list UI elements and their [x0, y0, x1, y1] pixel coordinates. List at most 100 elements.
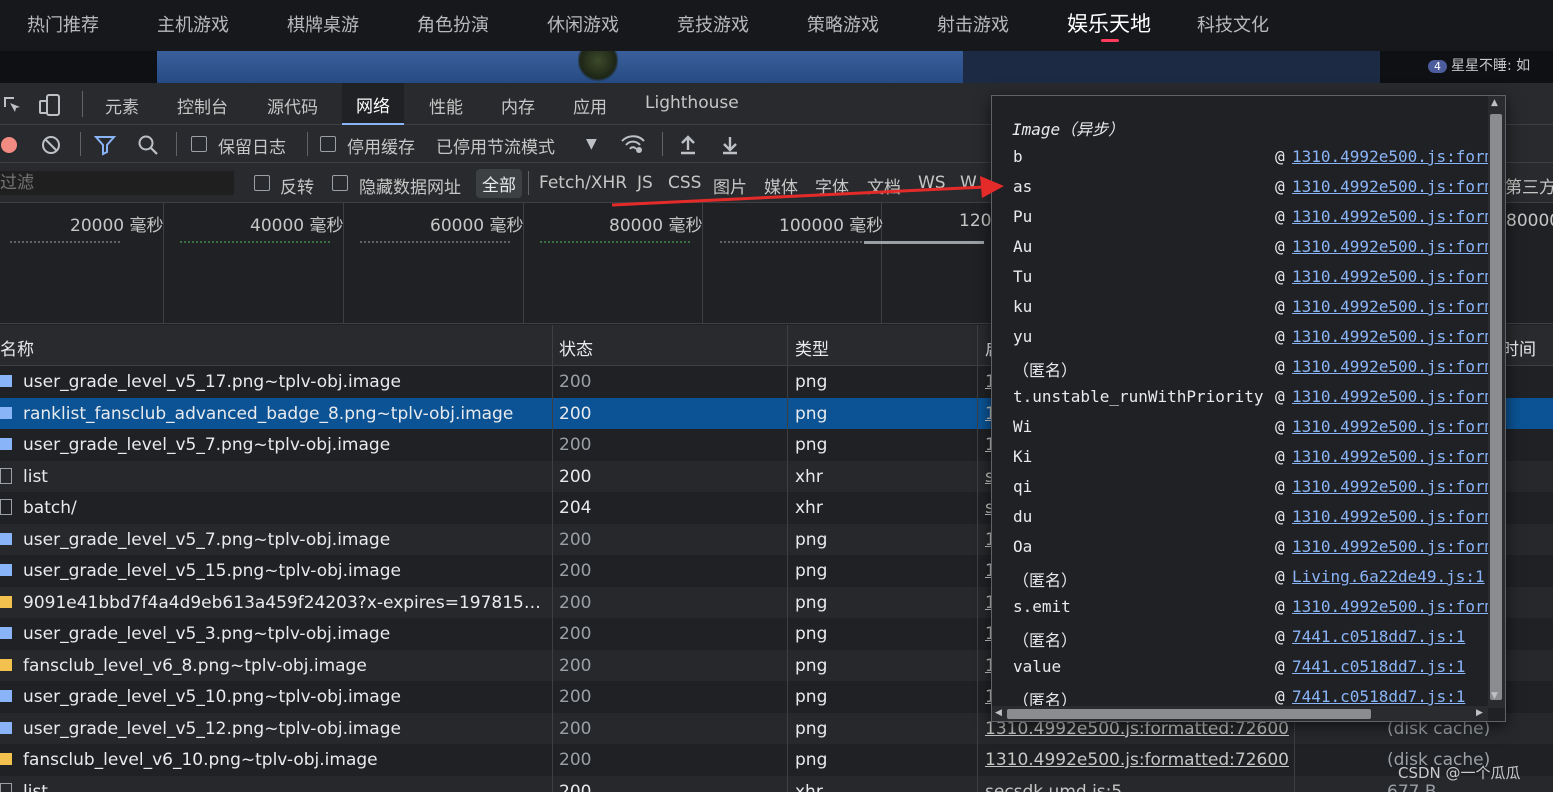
image-icon	[0, 532, 12, 545]
scrollbar-thumb[interactable]	[1007, 709, 1371, 719]
request-initiator-link[interactable]: secsdk.umd.js:5	[985, 782, 1122, 792]
tab-performance[interactable]: 性能	[429, 93, 463, 118]
tab-separator	[82, 91, 83, 117]
at-symbol: @	[1275, 507, 1285, 526]
frame-source-link[interactable]: 1310.4992e500.js:formatted	[1292, 297, 1488, 316]
frame-source-link[interactable]: 7441.c0518dd7.js:1	[1292, 657, 1488, 676]
column-header-time[interactable]: 时间	[1502, 335, 1536, 360]
column-divider	[787, 325, 788, 792]
invert-checkbox[interactable]	[254, 175, 270, 191]
frame-source-link[interactable]: 1310.4992e500.js:formatted	[1292, 327, 1488, 346]
stream-thumbnail[interactable]	[157, 51, 963, 83]
frame-function-name: value	[1013, 657, 1062, 676]
tab-elements[interactable]: 元素	[105, 93, 139, 118]
type-filter-css[interactable]: CSS	[668, 173, 701, 193]
frame-source-link[interactable]: 1310.4992e500.js:formatted	[1292, 537, 1488, 556]
frame-source-link[interactable]: 1310.4992e500.js:formatted	[1292, 147, 1488, 166]
popover-vertical-scrollbar[interactable]: ▲ ▼	[1488, 96, 1505, 708]
type-filter-media[interactable]: 媒体	[764, 173, 798, 198]
site-nav-item[interactable]: 角色扮演	[417, 11, 489, 37]
frame-source-link[interactable]: 7441.c0518dd7.js:1	[1292, 627, 1488, 646]
frame-source-link[interactable]: 1310.4992e500.js:formatted	[1292, 357, 1488, 376]
export-har-icon[interactable]	[720, 134, 740, 160]
import-har-icon[interactable]	[678, 134, 698, 160]
frame-source-link[interactable]: 1310.4992e500.js:formatted	[1292, 477, 1488, 496]
frame-source-link[interactable]: 7441.c0518dd7.js:1	[1292, 687, 1488, 706]
scroll-down-icon[interactable]: ▼	[1491, 691, 1498, 701]
type-filter-doc[interactable]: 文档	[867, 173, 901, 198]
type-filter-js[interactable]: JS	[637, 173, 653, 193]
disable-cache-label: 停用缓存	[347, 138, 415, 158]
site-nav-item[interactable]: 竞技游戏	[677, 11, 749, 37]
type-filter-img[interactable]: 图片	[713, 173, 747, 198]
request-activity-marks	[180, 241, 330, 244]
frame-source-link[interactable]: 1310.4992e500.js:formatted	[1292, 417, 1488, 436]
column-header-name[interactable]: 名称	[0, 335, 34, 360]
tab-sources[interactable]: 源代码	[267, 93, 318, 118]
type-filter-wasm[interactable]: W	[960, 173, 977, 193]
image-icon	[0, 627, 12, 639]
filter-icon[interactable]	[93, 134, 117, 160]
request-initiator-link[interactable]: 1310.4992e500.js:formatted:72600	[985, 750, 1289, 770]
hide-data-urls-checkbox[interactable]	[332, 175, 348, 191]
initiator-stack-popover[interactable]: Image（异步） b@1310.4992e500.js:formattedas…	[991, 95, 1506, 722]
stack-frame: yu @1310.4992e500.js:formatted	[992, 327, 1488, 357]
clear-icon[interactable]	[40, 134, 62, 160]
tab-network[interactable]: 网络	[342, 83, 404, 125]
request-type: png	[795, 624, 828, 644]
tab-application[interactable]: 应用	[573, 93, 607, 118]
frame-function-name: Wi	[1013, 417, 1033, 436]
frame-function-name: Ki	[1013, 447, 1033, 466]
search-icon[interactable]	[137, 134, 159, 160]
request-type: png	[795, 718, 828, 739]
tab-lighthouse[interactable]: Lighthouse	[645, 93, 739, 113]
frame-source-link[interactable]: 1310.4992e500.js:formatted	[1292, 447, 1488, 466]
table-row[interactable]: list 200 xhr secsdk.umd.js:5 677 B	[0, 775, 1553, 792]
page-content-strip: 4 星星不睡: 如	[0, 51, 1553, 83]
site-nav-item[interactable]: 休闲游戏	[547, 11, 619, 37]
frame-source-link[interactable]: 1310.4992e500.js:formatted	[1292, 207, 1488, 226]
scroll-left-icon[interactable]: ◀	[995, 708, 1002, 718]
frame-source-link[interactable]: 1310.4992e500.js:formatted	[1292, 237, 1488, 256]
record-icon[interactable]	[0, 135, 20, 159]
disable-cache-checkbox[interactable]	[320, 136, 336, 152]
frame-source-link[interactable]: 1310.4992e500.js:formatted	[1292, 267, 1488, 286]
inspect-icon[interactable]	[2, 95, 22, 119]
tab-console[interactable]: 控制台	[177, 93, 228, 118]
type-filter-font[interactable]: 字体	[815, 173, 849, 198]
column-header-status[interactable]: 状态	[559, 335, 593, 360]
tab-memory[interactable]: 内存	[501, 93, 535, 118]
scroll-right-icon[interactable]: ▶	[1476, 708, 1483, 718]
preserve-log-checkbox[interactable]	[191, 136, 207, 152]
request-activity-bar	[864, 241, 984, 244]
table-row[interactable]: fansclub_level_v6_10.png~tplv-obj.image 2…	[0, 744, 1553, 776]
type-filter-fetch-xhr[interactable]: Fetch/XHR	[539, 173, 627, 193]
column-header-type[interactable]: 类型	[795, 335, 829, 360]
frame-source-link[interactable]: 1310.4992e500.js:formatted	[1292, 597, 1488, 616]
site-nav-item[interactable]: 热门推荐	[27, 11, 99, 37]
chevron-down-icon[interactable]: ▼	[586, 137, 597, 151]
frame-source-link[interactable]: 1310.4992e500.js:formatted	[1292, 177, 1488, 196]
type-filter-ws[interactable]: WS	[918, 173, 946, 193]
frame-source-link[interactable]: 1310.4992e500.js:formatted	[1292, 387, 1488, 406]
device-toolbar-icon[interactable]	[38, 93, 62, 121]
stack-frame: du @1310.4992e500.js:formatted	[992, 507, 1488, 537]
frame-source-link[interactable]: Living.6a22de49.js:1	[1292, 567, 1488, 586]
site-nav-item-active[interactable]: 娱乐天地	[1067, 8, 1151, 38]
scroll-up-icon[interactable]: ▲	[1491, 98, 1498, 108]
stack-frame: t.unstable_runWithPriority @1310.4992e500…	[992, 387, 1488, 417]
filter-input[interactable]	[0, 171, 234, 195]
filter-separator	[528, 171, 529, 195]
third-party-label[interactable]: 第三方	[1505, 173, 1553, 198]
site-nav-item[interactable]: 主机游戏	[157, 11, 229, 37]
scrollbar-thumb[interactable]	[1490, 114, 1502, 700]
frame-source-link[interactable]: 1310.4992e500.js:formatted	[1292, 507, 1488, 526]
site-nav-item[interactable]: 棋牌桌游	[287, 11, 359, 37]
network-conditions-icon[interactable]	[620, 133, 646, 159]
popover-horizontal-scrollbar[interactable]: ◀ ▶	[992, 706, 1488, 721]
type-filter-all[interactable]: 全部	[476, 169, 522, 198]
throttling-select[interactable]: 已停用节流模式	[436, 133, 555, 158]
site-nav-item[interactable]: 策略游戏	[807, 11, 879, 37]
site-nav-item[interactable]: 射击游戏	[937, 11, 1009, 37]
site-nav-item[interactable]: 科技文化	[1197, 11, 1269, 37]
